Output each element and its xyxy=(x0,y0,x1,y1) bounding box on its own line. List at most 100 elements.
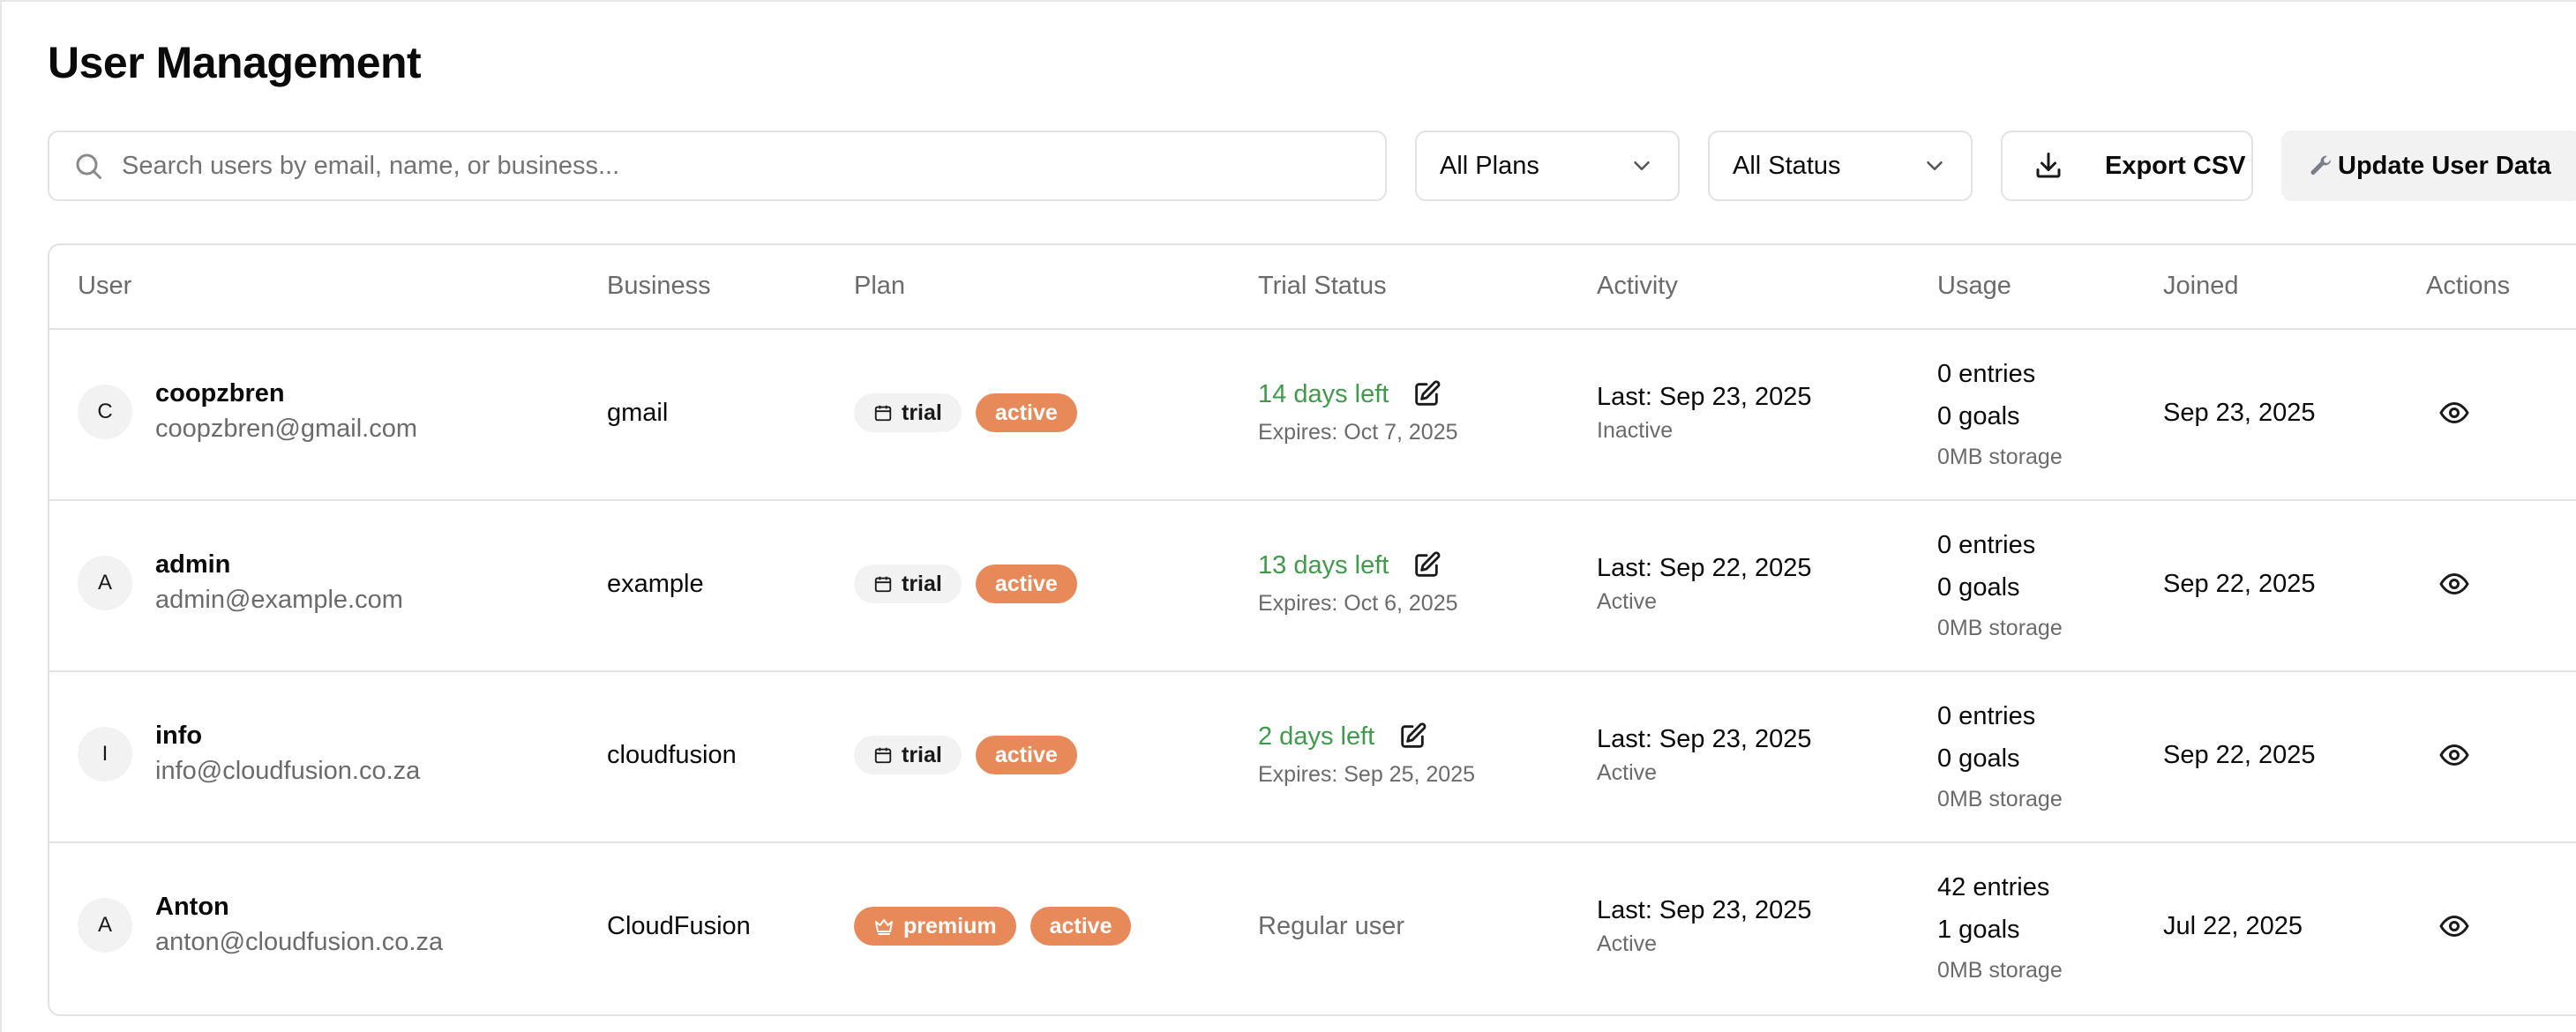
plan-badges: trial active xyxy=(854,565,1077,603)
usage-goals: 0 goals xyxy=(1937,402,2020,430)
avatar: I xyxy=(78,727,132,781)
usage-entries: 0 entries xyxy=(1937,531,2036,559)
edit-icon[interactable] xyxy=(1412,379,1442,409)
activity-last: Last: Sep 23, 2025 xyxy=(1597,725,1812,753)
plans-filter-value: All Plans xyxy=(1440,151,1539,180)
eye-icon[interactable] xyxy=(2438,739,2470,771)
status-badge: active xyxy=(1030,907,1132,946)
plan-badge: premium xyxy=(854,907,1016,946)
joined-date: Sep 23, 2025 xyxy=(2163,399,2316,427)
plan-label: trial xyxy=(902,400,942,425)
plans-filter-select[interactable]: All Plans xyxy=(1415,131,1680,201)
activity-last: Last: Sep 23, 2025 xyxy=(1597,383,1812,411)
export-csv-label: Export CSV xyxy=(2105,151,2246,180)
activity-state: Active xyxy=(1597,589,1658,614)
update-user-data-button[interactable]: Update User Data xyxy=(2281,131,2576,201)
plan-badges: trial active xyxy=(854,736,1077,774)
table-row: I info info@cloudfusion.co.za cloudfusio… xyxy=(49,672,2576,843)
header-plan: Plan xyxy=(854,272,906,300)
plan-badges: trial active xyxy=(854,393,1077,432)
calendar-icon xyxy=(874,576,892,593)
wrench-icon xyxy=(2310,155,2332,175)
trial-days-text: 14 days left xyxy=(1258,379,1389,408)
plan-label: premium xyxy=(903,913,997,939)
header-user: User xyxy=(78,272,132,300)
header-usage: Usage xyxy=(1937,272,2011,300)
usage-storage: 0MB storage xyxy=(1937,958,2063,983)
eye-icon[interactable] xyxy=(2438,568,2470,600)
calendar-icon xyxy=(874,747,892,764)
plan-label: trial xyxy=(902,571,942,596)
user-email: coopzbren@gmail.com xyxy=(155,415,418,443)
crown-icon xyxy=(875,919,893,935)
business-name: example xyxy=(607,570,704,598)
plan-badge: trial xyxy=(854,565,962,603)
usage-storage: 0MB storage xyxy=(1937,787,2063,811)
usage-entries: 0 entries xyxy=(1937,360,2036,388)
trial-days-text: 2 days left xyxy=(1258,722,1375,751)
page-title: User Management xyxy=(48,38,422,87)
status-filter-select[interactable]: All Status xyxy=(1708,131,1973,201)
user-management-page: User Management All Plans All Status Exp… xyxy=(0,0,2576,1032)
table-header: User Business Plan Trial Status Activity… xyxy=(49,245,2576,330)
avatar: A xyxy=(78,556,132,610)
joined-date: Sep 22, 2025 xyxy=(2163,570,2316,598)
edit-icon[interactable] xyxy=(1397,722,1427,752)
plan-label: trial xyxy=(902,742,942,767)
user-name: admin xyxy=(155,550,231,579)
edit-icon[interactable] xyxy=(1412,550,1442,580)
business-name: CloudFusion xyxy=(607,912,751,940)
calendar-icon xyxy=(874,405,892,422)
search-input[interactable] xyxy=(122,151,1357,181)
usage-goals: 1 goals xyxy=(1937,916,2020,944)
plan-badge: trial xyxy=(854,393,962,432)
export-csv-button[interactable]: Export CSV xyxy=(2001,131,2253,201)
trial-days-left: 14 days left xyxy=(1258,379,1442,409)
trial-expires: Expires: Sep 25, 2025 xyxy=(1258,762,1475,787)
avatar: C xyxy=(78,385,132,439)
trial-expires: Expires: Oct 6, 2025 xyxy=(1258,591,1458,616)
status-badge: active xyxy=(975,565,1077,603)
table-row: C coopzbren coopzbren@gmail.com gmail tr… xyxy=(49,330,2576,501)
activity-last: Last: Sep 22, 2025 xyxy=(1597,554,1812,582)
usage-entries: 0 entries xyxy=(1937,702,2036,730)
trial-expires: Expires: Oct 7, 2025 xyxy=(1258,420,1458,445)
user-email: anton@cloudfusion.co.za xyxy=(155,928,444,956)
usage-storage: 0MB storage xyxy=(1937,616,2063,640)
header-business: Business xyxy=(607,272,711,300)
search-box[interactable] xyxy=(48,131,1387,201)
activity-last: Last: Sep 23, 2025 xyxy=(1597,896,1812,924)
users-table: User Business Plan Trial Status Activity… xyxy=(48,243,2576,1016)
activity-state: Inactive xyxy=(1597,418,1674,443)
usage-goals: 0 goals xyxy=(1937,744,2020,773)
user-email: admin@example.com xyxy=(155,586,403,614)
user-email: info@cloudfusion.co.za xyxy=(155,757,421,785)
user-name: coopzbren xyxy=(155,379,285,408)
user-name: info xyxy=(155,722,203,750)
usage-storage: 0MB storage xyxy=(1937,445,2063,469)
activity-state: Active xyxy=(1597,760,1658,785)
update-user-data-label: Update User Data xyxy=(2338,151,2551,180)
usage-entries: 42 entries xyxy=(1937,873,2050,901)
chevron-down-icon xyxy=(1927,161,1943,170)
user-name: Anton xyxy=(155,893,229,921)
joined-date: Jul 22, 2025 xyxy=(2163,912,2303,940)
search-icon xyxy=(76,153,101,179)
status-badge: active xyxy=(975,393,1077,432)
trial-status-regular: Regular user xyxy=(1258,912,1405,940)
table-row: A admin admin@example.com example trial … xyxy=(49,501,2576,672)
avatar: A xyxy=(78,898,132,953)
trial-days-left: 2 days left xyxy=(1258,722,1427,752)
plan-badges: premium active xyxy=(854,907,1132,946)
status-badge: active xyxy=(975,736,1077,774)
business-name: cloudfusion xyxy=(607,741,737,769)
table-row: A Anton anton@cloudfusion.co.za CloudFus… xyxy=(49,843,2576,1014)
download-icon xyxy=(2036,153,2061,178)
header-joined: Joined xyxy=(2163,272,2239,300)
joined-date: Sep 22, 2025 xyxy=(2163,741,2316,769)
eye-icon[interactable] xyxy=(2438,397,2470,429)
eye-icon[interactable] xyxy=(2438,910,2470,942)
chevron-down-icon xyxy=(1634,161,1650,170)
header-activity: Activity xyxy=(1597,272,1678,300)
status-filter-value: All Status xyxy=(1733,151,1841,180)
